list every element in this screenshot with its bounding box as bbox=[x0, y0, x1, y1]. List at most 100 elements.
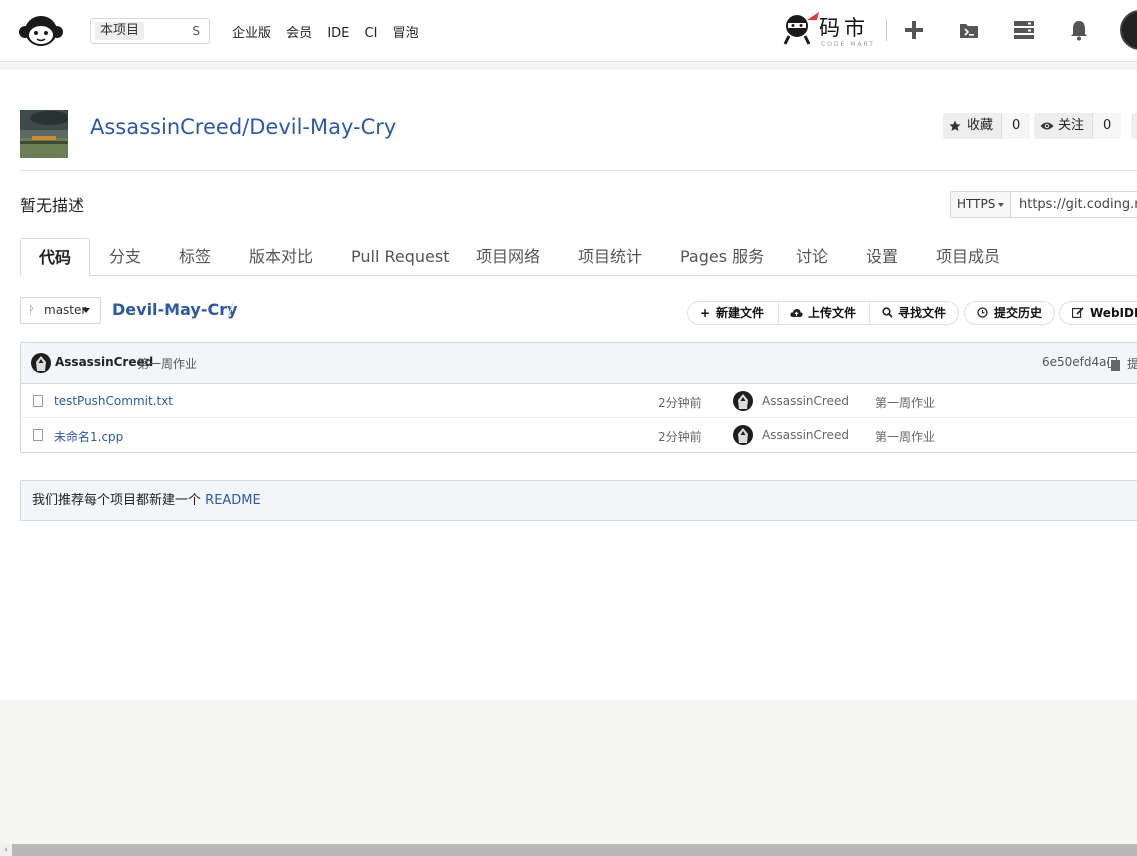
search-icon bbox=[882, 307, 893, 318]
file-icon bbox=[33, 429, 43, 441]
commit-message[interactable]: 第一周作业 bbox=[137, 355, 197, 372]
file-author[interactable]: AssassinCreed bbox=[762, 428, 849, 442]
codemart-logo[interactable]: 码市 CODE MART bbox=[781, 8, 877, 50]
file-commit-message[interactable]: 第一周作业 bbox=[875, 394, 935, 411]
branch-selector[interactable]: ᚹ master bbox=[20, 297, 101, 324]
nav-ci[interactable]: CI bbox=[365, 26, 378, 41]
find-file-button[interactable]: 寻找文件 bbox=[882, 302, 946, 324]
nav-enterprise[interactable]: 企业版 bbox=[232, 22, 271, 41]
nav-member[interactable]: 会员 bbox=[286, 22, 312, 41]
bell-icon[interactable] bbox=[1067, 18, 1091, 42]
star-count: 0 bbox=[1001, 113, 1031, 139]
assassin-avatar-icon bbox=[738, 394, 748, 409]
assassin-avatar-icon bbox=[738, 428, 748, 443]
new-file-label: 新建文件 bbox=[716, 306, 765, 320]
repo-description: 暂无描述 bbox=[20, 196, 85, 215]
file-name[interactable]: 未命名1.cpp bbox=[54, 428, 123, 445]
watch-label: 关注 bbox=[1058, 118, 1085, 133]
readme-link[interactable]: README bbox=[205, 493, 261, 508]
tab-statistics[interactable]: 项目统计 bbox=[578, 238, 642, 276]
plus-icon[interactable] bbox=[902, 18, 926, 42]
repo-title[interactable]: AssassinCreed/Devil-May-Cry bbox=[90, 113, 396, 141]
watch-button[interactable]: 关注 0 bbox=[1034, 113, 1122, 139]
file-name[interactable]: testPushCommit.txt bbox=[54, 394, 173, 408]
tab-branches[interactable]: 分支 bbox=[109, 238, 141, 276]
readme-prompt: 我们推荐每个项目都新建一个 README bbox=[20, 480, 1137, 521]
caret-down-icon bbox=[82, 308, 90, 313]
breadcrumb-root[interactable]: Devil-May-Cry bbox=[112, 299, 238, 321]
star-icon bbox=[949, 120, 961, 131]
search-box[interactable]: 本项目 S bbox=[90, 18, 210, 44]
tab-compare[interactable]: 版本对比 bbox=[249, 238, 313, 276]
horizontal-scrollbar[interactable]: ‹ bbox=[0, 844, 1137, 856]
commit-history-button[interactable]: 提交历史 bbox=[964, 301, 1055, 325]
clone-protocol-select[interactable]: HTTPS bbox=[951, 192, 1011, 217]
upload-file-button[interactable]: 上传文件 bbox=[790, 302, 856, 324]
webide-button[interactable]: WebIDE bbox=[1059, 301, 1137, 325]
avatar[interactable] bbox=[31, 353, 51, 373]
tab-network[interactable]: 项目网络 bbox=[476, 238, 540, 276]
file-commit-message[interactable]: 第一周作业 bbox=[875, 428, 935, 445]
header-divider bbox=[886, 19, 887, 41]
file-author[interactable]: AssassinCreed bbox=[762, 394, 849, 408]
clone-url-box: HTTPS https://git.coding.net bbox=[950, 191, 1137, 218]
button-divider bbox=[778, 302, 779, 324]
nav-bubble[interactable]: 冒泡 bbox=[393, 22, 419, 41]
tab-settings[interactable]: 设置 bbox=[866, 238, 898, 276]
commit-sha[interactable]: 6e50efd4ac bbox=[1042, 355, 1113, 369]
codemart-brand: 码市 bbox=[819, 16, 869, 40]
button-divider bbox=[869, 302, 870, 324]
search-scope[interactable]: 本项目 bbox=[95, 22, 145, 40]
readme-text: 我们推荐每个项目都新建一个 bbox=[32, 493, 202, 508]
upload-file-label: 上传文件 bbox=[808, 306, 857, 320]
webide-label: WebIDE bbox=[1090, 306, 1137, 320]
repo-avatar bbox=[20, 110, 68, 158]
copy-icon-back bbox=[1111, 360, 1120, 371]
tab-code[interactable]: 代码 bbox=[20, 238, 90, 276]
tab-discussion[interactable]: 讨论 bbox=[796, 238, 828, 276]
commit-extra[interactable]: 提 bbox=[1127, 355, 1137, 372]
tab-tags[interactable]: 标签 bbox=[179, 238, 211, 276]
user-avatar[interactable] bbox=[1120, 10, 1137, 50]
eye-icon bbox=[1040, 122, 1054, 130]
repo-tabs: 代码 分支 标签 版本对比 Pull Request 项目网络 项目统计 Pag… bbox=[20, 238, 1137, 276]
tab-pull-request[interactable]: Pull Request bbox=[351, 238, 449, 276]
fork-button[interactable] bbox=[1131, 113, 1137, 139]
codemart-subtitle: CODE MART bbox=[821, 41, 875, 48]
top-nav-links: 企业版 会员 IDE CI 冒泡 bbox=[232, 22, 430, 41]
clone-protocol-label: HTTPS bbox=[957, 197, 996, 211]
commit-history-label: 提交历史 bbox=[994, 306, 1043, 320]
plus-icon: + bbox=[700, 306, 711, 320]
tab-members[interactable]: 项目成员 bbox=[936, 238, 1000, 276]
terminal-icon[interactable] bbox=[957, 18, 981, 42]
header-divider-line bbox=[20, 170, 1137, 171]
scroll-left-arrow-icon[interactable]: ‹ bbox=[0, 844, 12, 856]
avatar[interactable] bbox=[733, 425, 753, 445]
search-icon[interactable]: S bbox=[192, 23, 200, 39]
new-file-button[interactable]: + 新建文件 bbox=[700, 302, 764, 324]
star-button[interactable]: 收藏 0 bbox=[943, 113, 1031, 139]
find-file-label: 寻找文件 bbox=[898, 306, 947, 320]
coding-monkey-logo-icon[interactable] bbox=[18, 12, 64, 48]
cloud-upload-icon bbox=[790, 309, 803, 317]
breadcrumb-separator: / bbox=[228, 300, 234, 319]
file-action-group: + 新建文件 上传文件 寻找文件 bbox=[687, 301, 959, 325]
watch-count: 0 bbox=[1092, 113, 1122, 139]
table-row[interactable]: 未命名1.cpp 2分钟前 AssassinCreed 第一周作业 bbox=[21, 418, 1137, 452]
file-time: 2分钟前 bbox=[658, 396, 702, 410]
tab-pages[interactable]: Pages 服务 bbox=[680, 238, 764, 276]
clone-url-input[interactable]: https://git.coding.net bbox=[1019, 192, 1137, 217]
server-icon[interactable] bbox=[1012, 18, 1036, 42]
assassin-avatar-icon bbox=[36, 356, 46, 371]
top-navbar: 本项目 S 企业版 会员 IDE CI 冒泡 码市 CODE MART bbox=[0, 0, 1137, 62]
file-icon bbox=[33, 395, 43, 407]
nav-ide[interactable]: IDE bbox=[327, 26, 349, 41]
latest-commit-bar: AssassinCreed 第一周作业 6e50efd4ac 提 bbox=[21, 343, 1137, 384]
branch-name: master bbox=[44, 303, 87, 317]
avatar[interactable] bbox=[733, 391, 753, 411]
edit-icon bbox=[1072, 307, 1084, 318]
caret-down-icon bbox=[998, 203, 1004, 207]
clock-icon bbox=[977, 307, 988, 318]
table-row[interactable]: testPushCommit.txt 2分钟前 AssassinCreed 第一… bbox=[21, 384, 1137, 418]
file-time: 2分钟前 bbox=[658, 430, 702, 444]
